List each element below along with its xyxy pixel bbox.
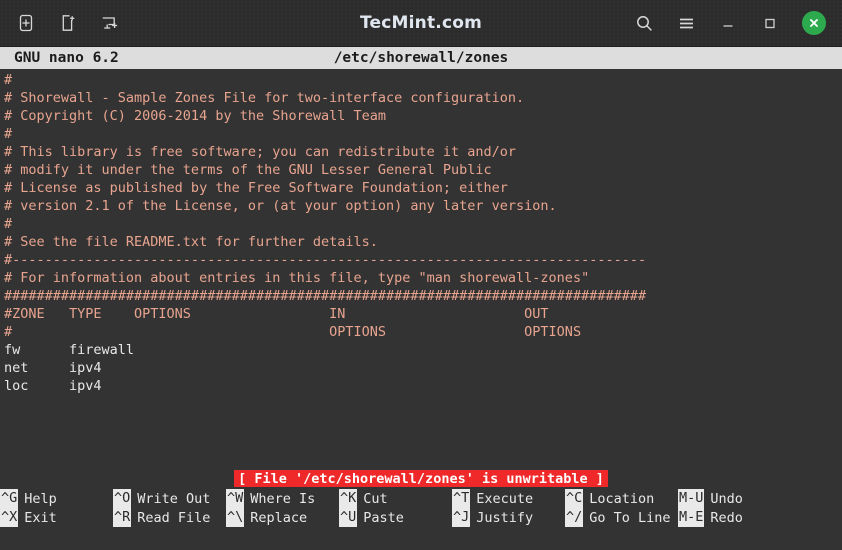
shortcut-label: Location — [589, 490, 655, 507]
shortcut-label: Go To Line — [589, 509, 671, 526]
shortcut-label: Cut — [363, 490, 388, 507]
shortcut-key: ^C — [565, 489, 584, 508]
shortcut-item[interactable]: ^G Help — [0, 489, 113, 508]
shortcut-row-2: ^X Exit ^R Read File ^\ Replace ^U Paste ^J Justi… — [0, 508, 842, 527]
nano-filename-label: /etc/shorewall/zones — [333, 50, 509, 66]
shortcut-item[interactable]: ^W Where Is — [226, 489, 339, 508]
shortcut-item[interactable]: ^J Justify — [452, 508, 565, 527]
editor-line: # Shorewall - Sample Zones File for two-… — [4, 90, 525, 106]
shortcut-item[interactable]: M-U Undo — [678, 489, 791, 508]
shortcut-key: ^T — [452, 489, 471, 508]
shortcut-key: ^\ — [226, 508, 245, 527]
new-tab-icon[interactable] — [16, 13, 36, 33]
shortcut-item[interactable]: ^\ Replace — [226, 508, 339, 527]
editor-line: # This library is free software; you can… — [4, 144, 517, 160]
editor-line: ########################################… — [4, 288, 647, 304]
shortcut-item[interactable]: ^O Write Out — [113, 489, 226, 508]
shortcut-label: Paste — [363, 509, 404, 526]
title-bar-left-actions — [0, 13, 120, 33]
shortcut-item[interactable]: ^X Exit — [0, 508, 113, 527]
editor-line: # modify it under the terms of the GNU L… — [4, 162, 492, 178]
new-terminal-icon[interactable] — [100, 13, 120, 33]
title-bar: TecMint.com — [0, 0, 842, 47]
editor-line: # Copyright (C) 2006-2014 by the Shorewa… — [4, 108, 387, 124]
editor-line: # — [4, 126, 13, 142]
editor-line: loc ipv4 — [4, 378, 102, 394]
shortcut-label: Read File — [137, 509, 211, 526]
shortcut-item[interactable]: ^C Location — [565, 489, 678, 508]
shortcut-label: Undo — [710, 490, 743, 507]
shortcut-key: ^G — [0, 489, 19, 508]
editor-line: #---------------------------------------… — [4, 252, 647, 268]
editor-line: # — [4, 216, 13, 232]
editor-line: # License as published by the Free Softw… — [4, 180, 508, 196]
new-window-icon[interactable] — [58, 13, 78, 33]
shortcut-key: ^K — [339, 489, 358, 508]
shortcut-key: ^W — [226, 489, 245, 508]
shortcut-label: Replace — [250, 509, 308, 526]
title-bar-right-actions — [634, 0, 826, 46]
shortcut-row-1: ^G Help ^O Write Out ^W Where Is ^K Cut ^T Execut… — [0, 489, 842, 508]
shortcut-item[interactable]: ^R Read File — [113, 508, 226, 527]
maximize-button[interactable] — [760, 13, 780, 33]
shortcut-key: ^O — [113, 489, 132, 508]
shortcut-key: ^/ — [565, 508, 584, 527]
editor-text-area[interactable]: # # Shorewall - Sample Zones File for two… — [0, 69, 842, 472]
search-icon[interactable] — [634, 13, 654, 33]
editor-line: # — [4, 72, 13, 88]
editor-line: fw firewall — [4, 342, 135, 358]
close-button[interactable] — [802, 11, 826, 35]
minimize-button[interactable] — [718, 13, 738, 33]
shortcut-item[interactable]: ^U Paste — [339, 508, 452, 527]
shortcut-bar: ^G Help ^O Write Out ^W Where Is ^K Cut ^T Execut… — [0, 487, 842, 550]
editor-line: # OPTIONS OPTIONS — [4, 324, 582, 340]
shortcut-key: M-U — [678, 489, 705, 508]
menu-icon[interactable] — [676, 13, 696, 33]
shortcut-key: ^X — [0, 508, 19, 527]
shortcut-item[interactable]: M-E Redo — [678, 508, 791, 527]
shortcut-item[interactable]: ^T Execute — [452, 489, 565, 508]
shortcut-item[interactable]: ^K Cut — [339, 489, 452, 508]
shortcut-label: Write Out — [137, 490, 211, 507]
shortcut-label: Where Is — [250, 490, 316, 507]
shortcut-key: ^J — [452, 508, 471, 527]
shortcut-label: Exit — [24, 509, 57, 526]
editor-line: # version 2.1 of the License, or (at you… — [4, 198, 557, 214]
shortcut-label: Help — [24, 490, 57, 507]
editor-line: # For information about entries in this … — [4, 270, 590, 286]
shortcut-key: M-E — [678, 508, 705, 527]
editor-line: # See the file README.txt for further de… — [4, 234, 378, 250]
shortcut-key: ^U — [339, 508, 358, 527]
shortcut-label: Justify — [476, 509, 534, 526]
shortcut-label: Redo — [710, 509, 743, 526]
shortcut-key: ^R — [113, 508, 132, 527]
editor-line: net ipv4 — [4, 360, 102, 376]
nano-header-bar: GNU nano 6.2 /etc/shorewall/zones — [0, 47, 842, 70]
terminal-window: TecMint.com GNU nano 6.2 /etc/shorewall/… — [0, 0, 842, 550]
shortcut-label: Execute — [476, 490, 534, 507]
editor-line: #ZONE TYPE OPTIONS IN OUT — [4, 306, 549, 322]
shortcut-item[interactable]: ^/ Go To Line — [565, 508, 678, 527]
